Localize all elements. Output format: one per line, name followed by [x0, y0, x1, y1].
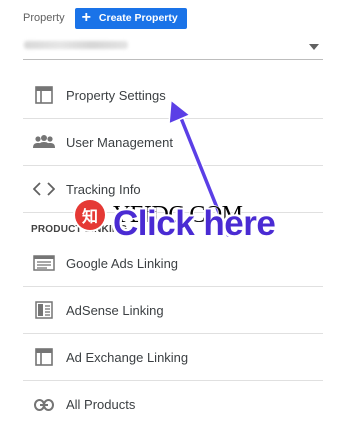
menu-item-label: All Products — [66, 397, 136, 412]
property-settings-icon — [31, 84, 57, 106]
menu-item-tracking-info[interactable]: Tracking Info — [23, 166, 323, 213]
caret-down-icon[interactable] — [309, 44, 319, 50]
people-icon — [31, 131, 57, 153]
menu-item-label: Google Ads Linking — [66, 255, 179, 271]
link-icon — [31, 394, 57, 416]
redacted-property-name — [24, 41, 128, 49]
menu-item-label: Tracking Info — [66, 181, 141, 197]
ad-exchange-icon — [31, 346, 57, 368]
code-icon — [31, 178, 57, 200]
menu-item-adsense-linking[interactable]: AdSense Linking — [23, 287, 323, 334]
menu-item-label: Property Settings — [66, 87, 166, 103]
property-label: Property — [23, 12, 65, 24]
create-property-button[interactable]: + Create Property — [74, 7, 187, 29]
menu-item-all-products[interactable]: All Products — [23, 381, 323, 426]
adsense-icon — [31, 299, 57, 321]
property-selector[interactable] — [23, 34, 323, 60]
plus-icon: + — [81, 9, 91, 26]
menu-item-label: Ad Exchange Linking — [66, 349, 189, 365]
menu-item-label: User Management — [66, 134, 173, 150]
property-header: Property + Create Property — [23, 7, 323, 29]
google-ads-icon — [31, 252, 57, 274]
menu-item-ad-exchange-linking[interactable]: Ad Exchange Linking — [23, 334, 323, 381]
menu-item-label: AdSense Linking — [66, 302, 164, 318]
create-property-label: Create Property — [98, 12, 178, 24]
menu-item-property-settings[interactable]: Property Settings — [23, 72, 323, 119]
menu-item-user-management[interactable]: User Management — [23, 119, 323, 166]
property-menu: Property Settings User Management Tracki… — [23, 72, 323, 426]
section-title-product-linking: PRODUCT LINKING — [31, 224, 128, 235]
menu-item-google-ads-linking[interactable]: Google Ads Linking — [23, 240, 323, 287]
